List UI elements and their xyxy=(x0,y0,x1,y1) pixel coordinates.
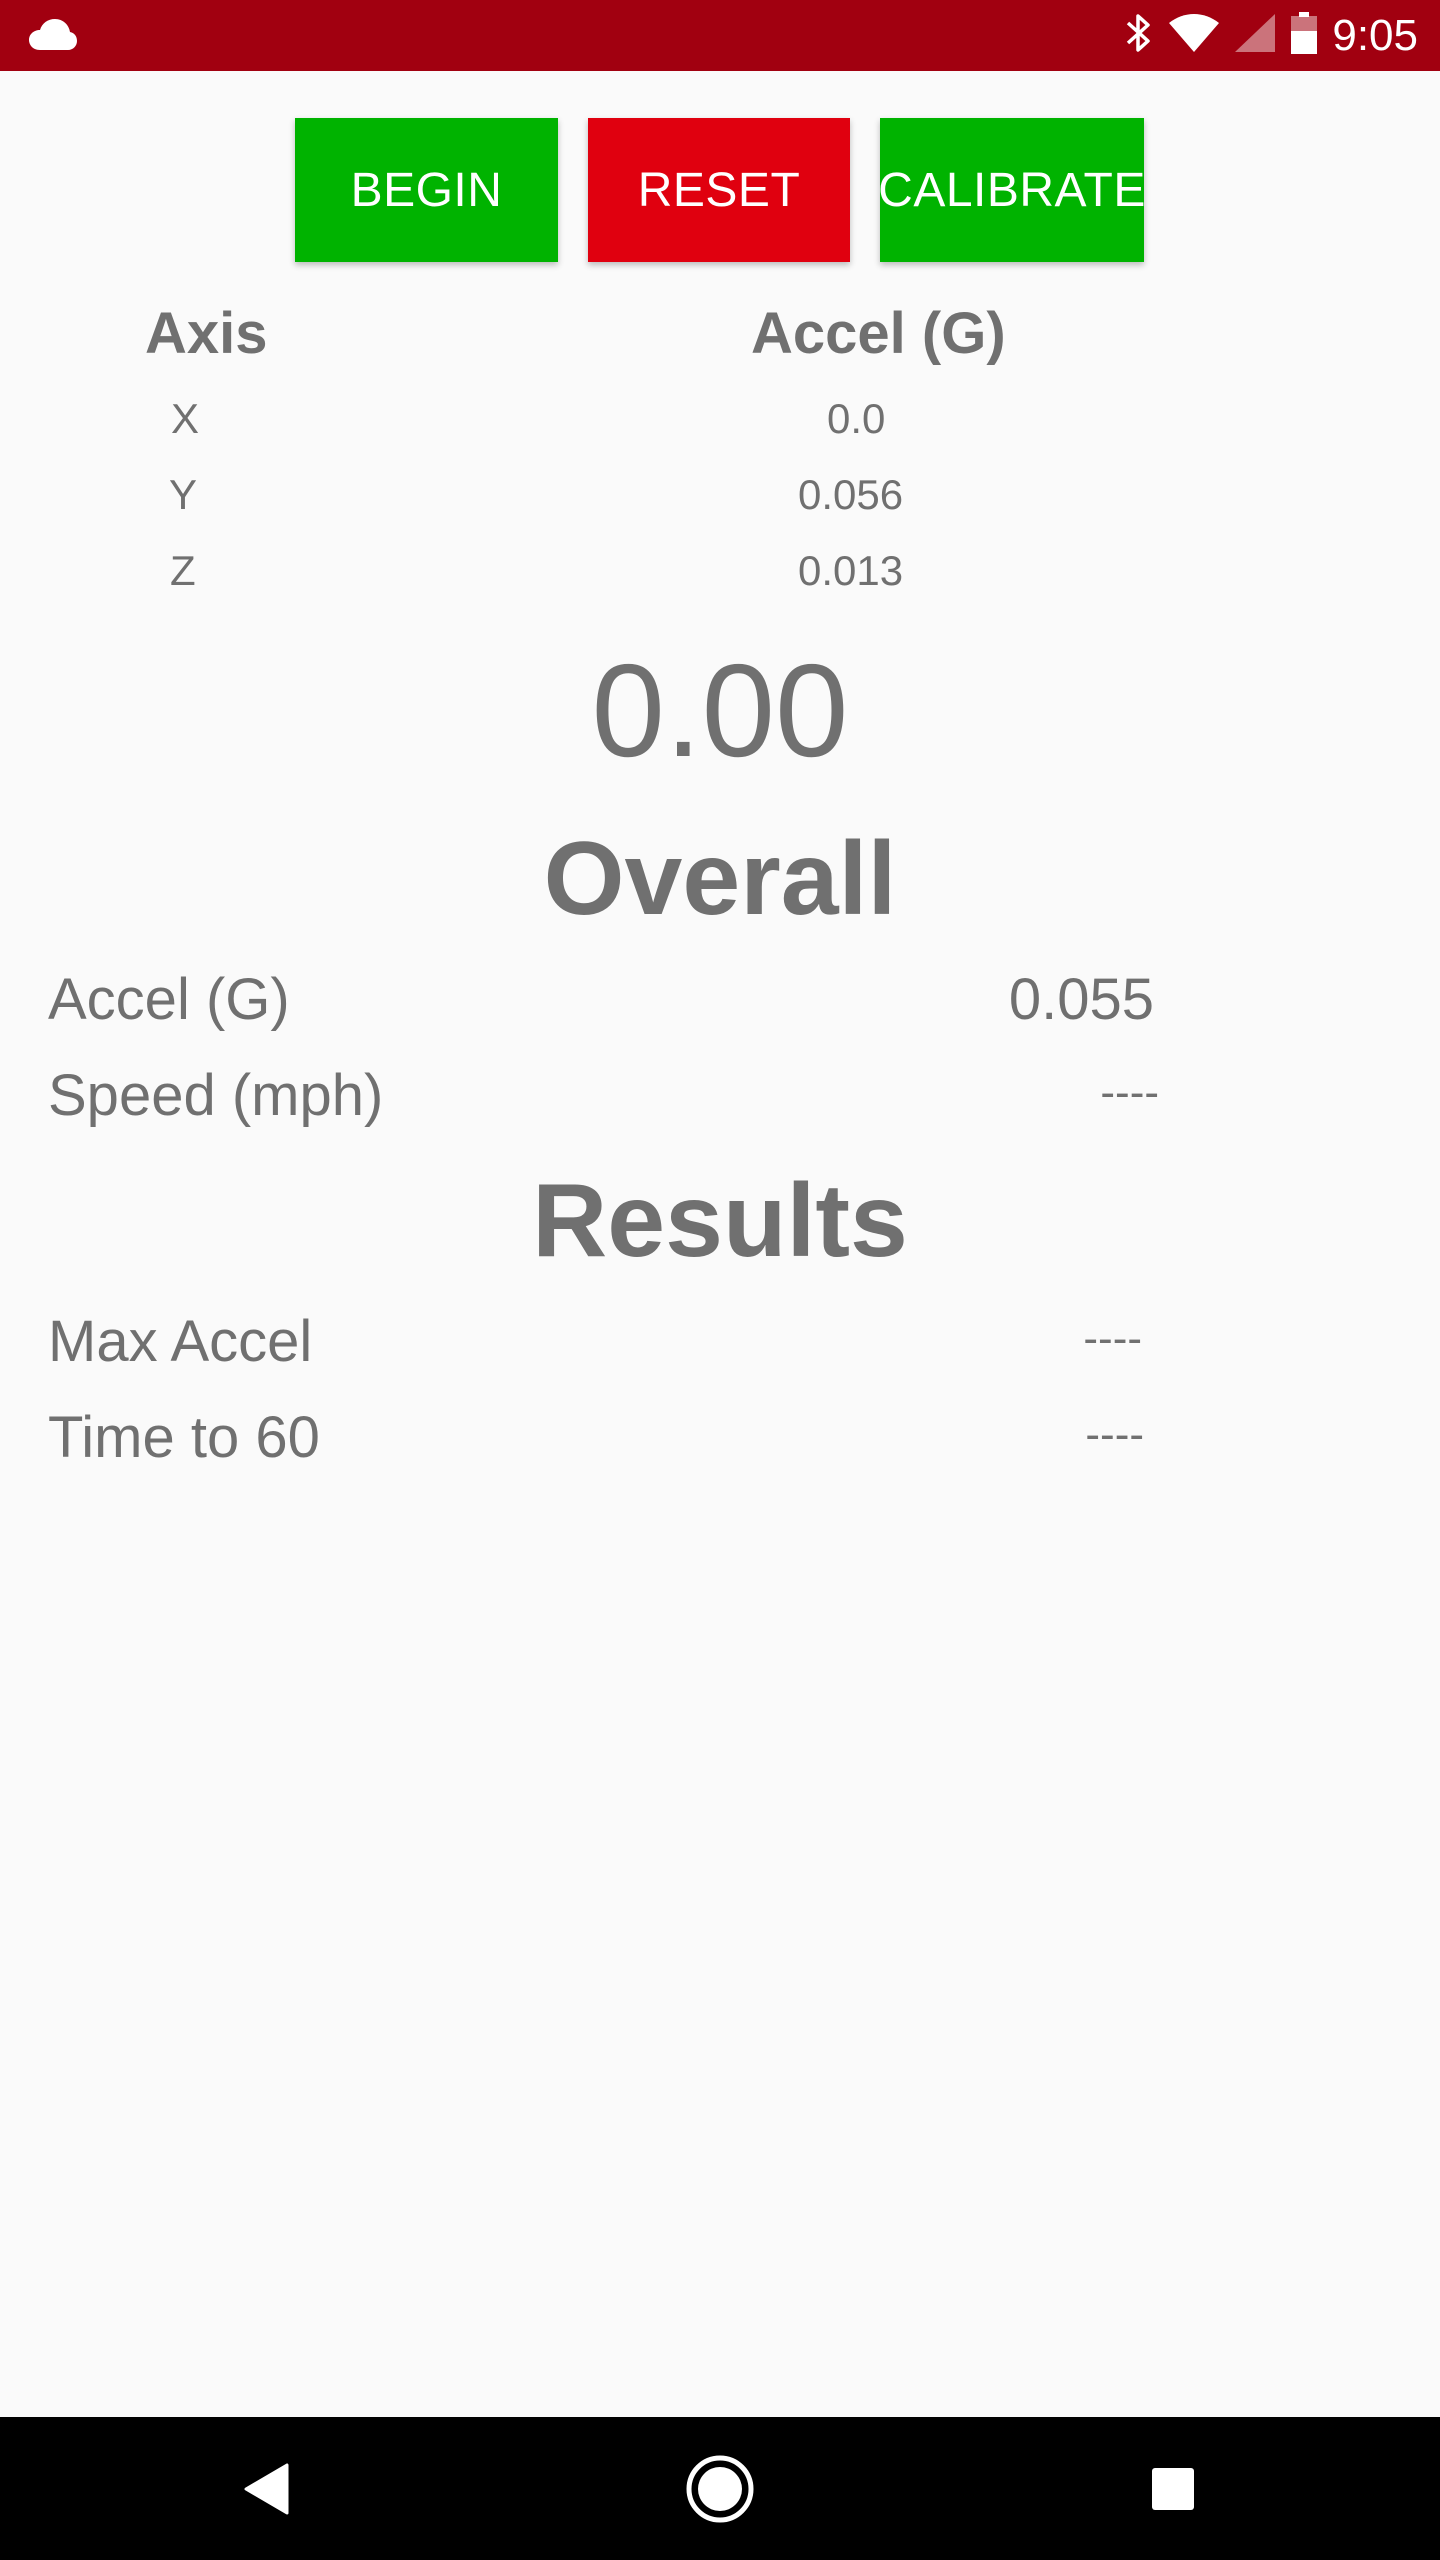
results-title: Results xyxy=(532,1163,908,1279)
axis-header: Axis xyxy=(145,301,268,366)
overall-accel-value: 0.055 xyxy=(1008,967,1154,1032)
axis-y-value: 0.056 xyxy=(798,471,904,518)
axis-y-label: Y xyxy=(169,471,198,518)
axis-z-value: 0.013 xyxy=(798,547,904,594)
accel-header: Accel (G) xyxy=(751,301,1006,366)
navigation-bar xyxy=(0,2417,1440,2560)
axis-x-value: 0.0 xyxy=(827,395,886,442)
recents-icon[interactable] xyxy=(1151,2417,1195,2560)
back-icon[interactable] xyxy=(243,2417,289,2560)
bluetooth-icon xyxy=(1124,12,1154,59)
app-screen: 9:05 BEGIN RESET CALIBRATE Axis Accel (G… xyxy=(0,0,1440,2560)
max-accel-value: ---- xyxy=(1083,1314,1142,1363)
signal-icon xyxy=(1234,13,1276,58)
axis-z-label: Z xyxy=(170,547,196,594)
home-icon[interactable] xyxy=(686,2417,754,2560)
overall-speed-value: ---- xyxy=(1100,1068,1159,1117)
battery-icon xyxy=(1290,11,1318,60)
calibrate-button[interactable]: CALIBRATE xyxy=(880,118,1144,262)
clock: 9:05 xyxy=(1332,10,1418,60)
time-to-60-value: ---- xyxy=(1085,1410,1144,1459)
axis-x-label: X xyxy=(171,395,200,442)
overall-title: Overall xyxy=(543,821,897,937)
speed-display: 0.00 xyxy=(591,637,849,784)
begin-button[interactable]: BEGIN xyxy=(295,118,558,262)
cloud-icon xyxy=(28,18,78,57)
status-icons: 9:05 xyxy=(1124,0,1418,71)
reset-button[interactable]: RESET xyxy=(588,118,850,262)
status-bar: 9:05 xyxy=(0,0,1440,71)
wifi-icon xyxy=(1168,13,1220,58)
